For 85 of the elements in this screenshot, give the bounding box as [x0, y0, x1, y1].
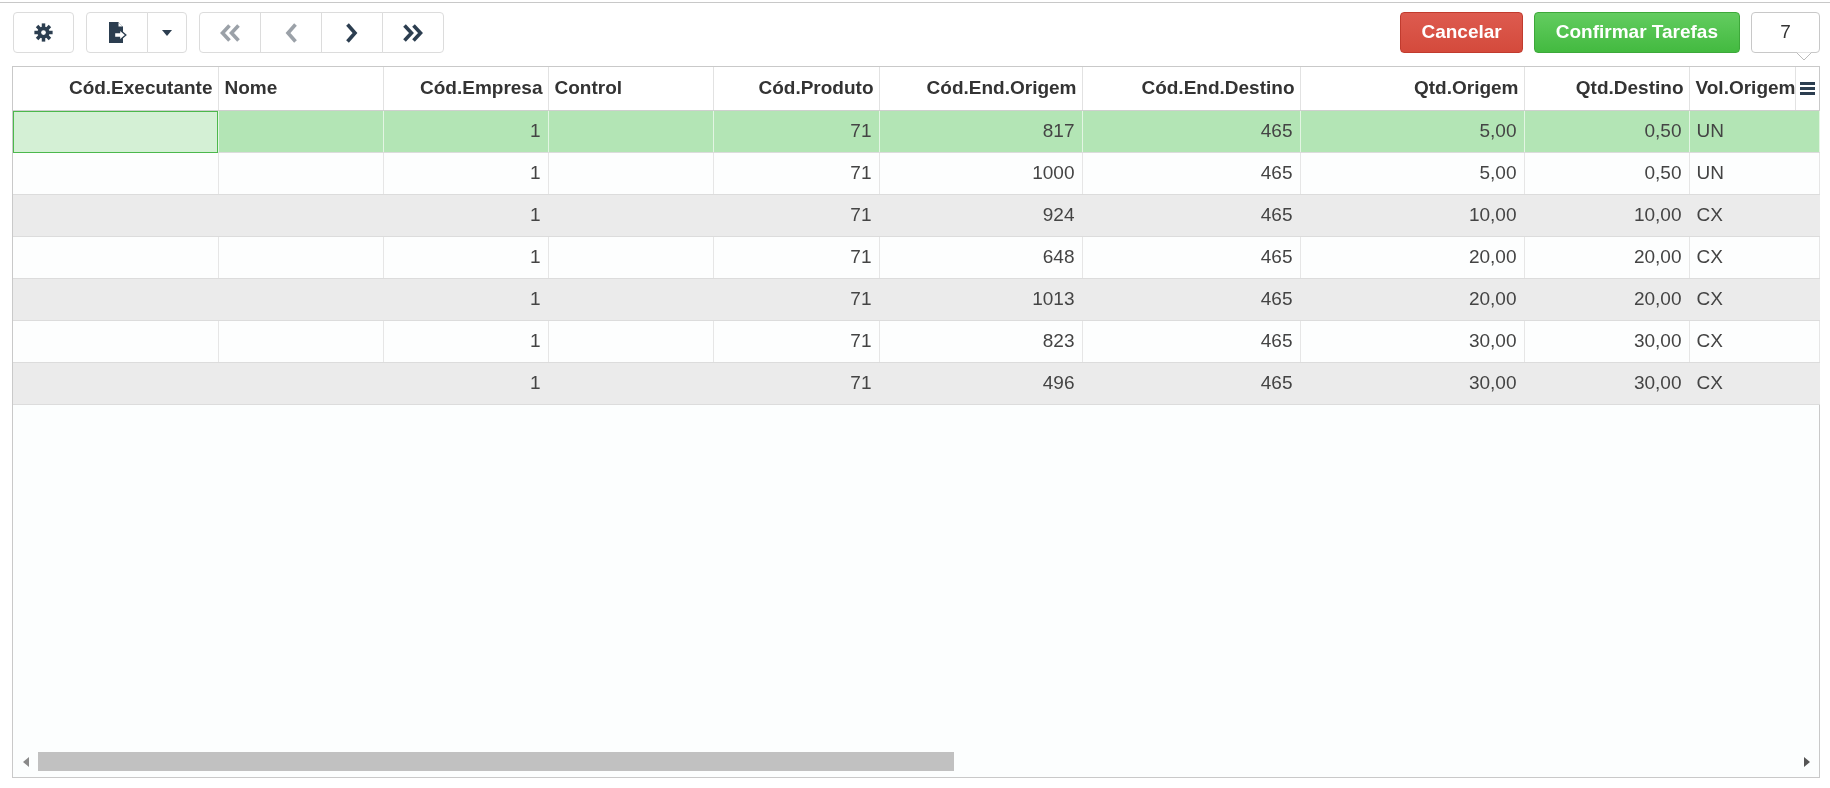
scroll-left-arrow-icon[interactable] [22, 756, 29, 767]
document-arrow-icon [107, 22, 127, 43]
column-header[interactable]: Cód.End.Destino [1082, 67, 1300, 111]
table-row[interactable]: 1 71 823 465 30,00 30,00 CX [13, 320, 1819, 363]
table-cell: 1 [383, 194, 548, 237]
table-cell: 1000 [879, 152, 1082, 195]
table-cell: 465 [1082, 152, 1300, 195]
table-cell: 1 [383, 110, 548, 153]
table-cell: 71 [713, 110, 879, 153]
table-cell: 30,00 [1300, 362, 1524, 405]
table-cell: 30,00 [1524, 362, 1689, 405]
table-cell: 648 [879, 236, 1082, 279]
table-cell: 20,00 [1524, 236, 1689, 279]
table-cell: 1 [383, 278, 548, 321]
double-chevron-right-icon [402, 23, 424, 42]
table-cell: 30,00 [1300, 320, 1524, 363]
table-cell: 20,00 [1300, 278, 1524, 321]
table-cell: 924 [879, 194, 1082, 237]
column-header[interactable]: Vol.Origem [1689, 74, 1796, 103]
caret-icon [162, 29, 172, 36]
table-row[interactable]: 1 71 1013 465 20,00 20,00 CX [13, 278, 1819, 321]
column-header[interactable]: Cód.End.Origem [879, 67, 1082, 111]
chevron-right-icon [346, 22, 358, 43]
column-header[interactable]: Cód.Produto [713, 67, 879, 111]
table-cell: UN [1689, 110, 1819, 153]
table-cell: 71 [713, 194, 879, 237]
column-header[interactable]: Nome [218, 67, 383, 111]
last-page-button[interactable] [382, 12, 444, 53]
table-cell: 1 [383, 362, 548, 405]
cancel-button[interactable]: Cancelar [1400, 12, 1523, 53]
table-cell: 20,00 [1300, 236, 1524, 279]
column-header[interactable]: Qtd.Destino [1524, 67, 1689, 111]
table-cell: 465 [1082, 278, 1300, 321]
table-cell: 465 [1082, 362, 1300, 405]
table-cell: CX [1689, 194, 1819, 237]
table-cell: 465 [1082, 320, 1300, 363]
table-cell: 71 [713, 236, 879, 279]
column-header[interactable]: Control [548, 67, 713, 111]
table-row[interactable]: 1 71 1000 465 5,00 0,50 UN [13, 152, 1819, 195]
table-cell: 71 [713, 278, 879, 321]
table-cell: 496 [879, 362, 1082, 405]
table-cell: 0,50 [1524, 110, 1689, 153]
table-cell: 10,00 [1524, 194, 1689, 237]
table-cell: CX [1689, 278, 1819, 321]
menu-icon[interactable] [1800, 82, 1816, 95]
table-row[interactable]: 1 71 817 465 5,00 0,50 UN [13, 110, 1819, 153]
table-cell: 71 [713, 362, 879, 405]
table-cell: 20,00 [1524, 278, 1689, 321]
table-cell: 30,00 [1524, 320, 1689, 363]
settings-button[interactable] [13, 12, 74, 53]
table-cell: 1 [383, 236, 548, 279]
table-cell: CX [1689, 320, 1819, 363]
callout-tail-icon [1796, 52, 1812, 61]
record-count: 7 [1751, 12, 1820, 53]
table-row[interactable]: 1 71 496 465 30,00 30,00 CX [13, 362, 1819, 405]
column-header[interactable]: Cód.Executante [13, 67, 218, 111]
table-cell: 823 [879, 320, 1082, 363]
table-cell: CX [1689, 236, 1819, 279]
table-cell: 71 [713, 320, 879, 363]
table-cell: 817 [879, 110, 1082, 153]
table-cell: 10,00 [1300, 194, 1524, 237]
table-cell: 1013 [879, 278, 1082, 321]
column-header[interactable]: Cód.Empresa [383, 67, 548, 111]
gear-icon [34, 23, 53, 42]
next-page-button[interactable] [321, 12, 383, 53]
table-cell: 1 [383, 320, 548, 363]
table-cell: 465 [1082, 194, 1300, 237]
table-cell: CX [1689, 362, 1819, 405]
export-button[interactable] [86, 12, 148, 53]
table-row[interactable]: 1 71 648 465 20,00 20,00 CX [13, 236, 1819, 279]
double-chevron-left-icon [219, 23, 241, 42]
scroll-right-arrow-icon[interactable] [1803, 756, 1810, 767]
table-cell: 5,00 [1300, 152, 1524, 195]
table-cell: 71 [713, 152, 879, 195]
table-cell: 1 [383, 152, 548, 195]
scrollbar-thumb[interactable] [38, 752, 954, 771]
table-cell: 5,00 [1300, 110, 1524, 153]
column-header[interactable]: Qtd.Origem [1300, 67, 1524, 111]
chevron-left-icon [285, 22, 297, 43]
table-cell: 465 [1082, 110, 1300, 153]
table-cell: 0,50 [1524, 152, 1689, 195]
table-cell: UN [1689, 152, 1819, 195]
focused-cell[interactable] [13, 110, 218, 153]
table-row[interactable]: 1 71 924 465 10,00 10,00 CX [13, 194, 1819, 237]
table-cell: 465 [1082, 236, 1300, 279]
